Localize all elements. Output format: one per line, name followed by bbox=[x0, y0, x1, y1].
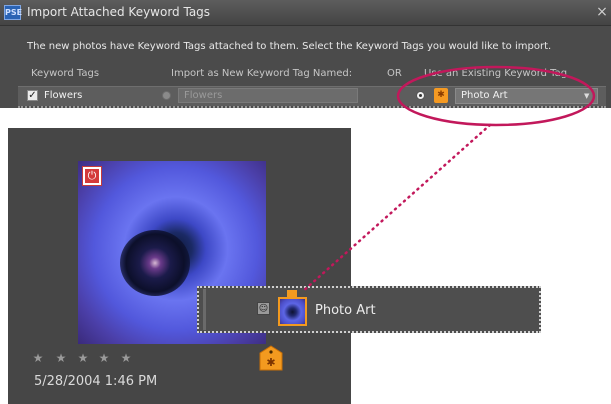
import-keyword-tags-dialog: PSE Import Attached Keyword Tags × The n… bbox=[0, 0, 611, 108]
keyword-tag-icon[interactable]: ✱ bbox=[259, 345, 283, 371]
photo-date: 5/28/2004 1:46 PM bbox=[34, 374, 158, 389]
chevron-down-icon[interactable]: ▼ bbox=[584, 90, 589, 102]
rating-star-1[interactable]: ★ bbox=[32, 351, 44, 365]
import-as-new-radio[interactable] bbox=[162, 91, 171, 100]
keyword-checkbox[interactable]: ✓ bbox=[27, 90, 38, 101]
svg-text:✱: ✱ bbox=[266, 356, 275, 369]
column-header-import-as: Import as New Keyword Tag Named: bbox=[171, 68, 353, 79]
existing-tag-select[interactable]: Photo Art bbox=[455, 88, 598, 104]
tag-thumbnail[interactable] bbox=[278, 297, 307, 326]
rating-star-4[interactable]: ★ bbox=[98, 351, 110, 365]
flower-center bbox=[120, 230, 190, 296]
keyword-name: Flowers bbox=[44, 90, 83, 101]
rating-star-2[interactable]: ★ bbox=[55, 351, 67, 365]
column-header-or: OR bbox=[387, 68, 402, 79]
tag-label[interactable]: Photo Art bbox=[315, 303, 376, 318]
row-cut-edge bbox=[18, 106, 606, 108]
column-header-existing-tag: Use an Existing Keyword Tag bbox=[424, 68, 568, 79]
close-icon[interactable]: × bbox=[596, 4, 608, 20]
power-icon[interactable]: ⏻ bbox=[82, 166, 102, 186]
rating-star-3[interactable]: ★ bbox=[77, 351, 89, 365]
use-existing-radio[interactable] bbox=[416, 91, 425, 100]
face-tag-icon[interactable]: ☺ bbox=[257, 302, 270, 315]
column-header-keyword-tags: Keyword Tags bbox=[31, 68, 100, 79]
app-icon: PSE bbox=[4, 5, 22, 20]
rating-star-5[interactable]: ★ bbox=[120, 351, 132, 365]
new-tag-name-input[interactable]: Flowers bbox=[178, 88, 358, 103]
power-icon-glyph: ⏻ bbox=[85, 169, 99, 183]
tag-bar-grip bbox=[203, 289, 206, 330]
dialog-title: Import Attached Keyword Tags bbox=[27, 5, 211, 19]
tag-icon: ✱ bbox=[434, 88, 448, 103]
dialog-instructions: The new photos have Keyword Tags attache… bbox=[27, 41, 552, 52]
